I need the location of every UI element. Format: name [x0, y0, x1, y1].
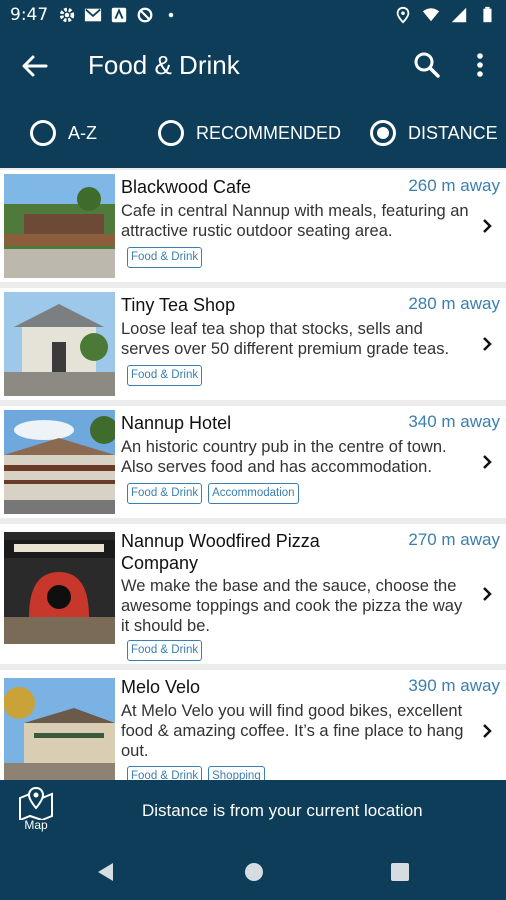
- system-nav-bar: [0, 842, 506, 900]
- place-name: Tiny Tea Shop: [121, 295, 236, 315]
- bottom-bar: Map Distance is from your current locati…: [0, 780, 506, 842]
- chevron-right-icon: [483, 724, 492, 738]
- sort-options-bar: A-Z RECOMMENDED DISTANCE: [0, 100, 506, 168]
- place-distance: 260 m away: [408, 176, 500, 195]
- category-tag: Food & Drink: [127, 640, 203, 661]
- map-button[interactable]: Map: [14, 786, 58, 832]
- category-tag: Shopping: [208, 766, 265, 780]
- nav-home-icon[interactable]: [242, 860, 266, 884]
- list-item[interactable]: Blackwood Cafe 260 m away Cafe in centra…: [0, 170, 506, 282]
- place-description: We make the base and the sauce, choose t…: [121, 577, 463, 635]
- wifi-icon: [422, 8, 440, 22]
- category-tag: Food & Drink: [127, 247, 203, 268]
- sort-option-label: DISTANCE: [408, 122, 498, 143]
- place-photo: [4, 410, 115, 514]
- chevron-right-icon: [483, 337, 492, 351]
- category-tag: Food & Drink: [127, 766, 203, 780]
- place-description: At Melo Velo you will find good bikes, e…: [121, 702, 464, 760]
- place-name: Blackwood Cafe: [121, 177, 252, 197]
- place-photo: [4, 532, 115, 644]
- list-item[interactable]: Nannup Hotel 340 m away An historic coun…: [0, 406, 506, 518]
- category-tag: Food & Drink: [127, 483, 203, 504]
- app-notification-icon: [111, 7, 127, 23]
- place-photo: [4, 292, 115, 396]
- distance-note: Distance is from your current location: [142, 801, 423, 820]
- status-bar: 9:47: [0, 0, 506, 30]
- list-item[interactable]: Nannup Woodfired Pizza Company 270 m awa…: [0, 524, 506, 664]
- chevron-right-icon: [483, 587, 492, 601]
- app-bar: Food & Drink: [0, 30, 506, 100]
- map-pin-icon: [19, 786, 53, 820]
- dot-icon: [168, 12, 174, 18]
- more-options-icon[interactable]: [470, 50, 490, 80]
- place-photo: [4, 678, 115, 780]
- signal-icon: [451, 7, 467, 23]
- list-item[interactable]: Melo Velo 390 m away At Melo Velo you wi…: [0, 670, 506, 780]
- place-distance: 340 m away: [408, 412, 500, 431]
- sort-option-az[interactable]: A-Z: [30, 120, 97, 146]
- radio-checked-icon: [370, 120, 396, 146]
- settings-gear-icon: [59, 7, 75, 23]
- status-time: 9:47: [10, 5, 49, 25]
- sort-option-recommended[interactable]: RECOMMENDED: [158, 120, 341, 146]
- sort-option-label: RECOMMENDED: [196, 122, 342, 143]
- place-name: Melo Velo: [121, 677, 201, 697]
- sort-option-label: A-Z: [68, 122, 97, 143]
- data-saver-icon: [137, 7, 153, 23]
- place-photo: [4, 174, 115, 278]
- battery-icon: [483, 6, 492, 23]
- map-button-label: Map: [24, 818, 48, 832]
- nav-recents-icon[interactable]: [388, 860, 412, 884]
- place-distance: 280 m away: [408, 294, 500, 313]
- place-distance: 270 m away: [408, 530, 500, 549]
- category-tag: Food & Drink: [127, 365, 203, 386]
- category-tag: Accommodation: [208, 483, 299, 504]
- back-arrow-icon[interactable]: [20, 51, 50, 81]
- place-description: Loose leaf tea shop that stocks, sells a…: [121, 320, 450, 358]
- gmail-icon: [84, 8, 102, 22]
- chevron-right-icon: [483, 219, 492, 233]
- chevron-right-icon: [483, 455, 492, 469]
- nav-back-icon[interactable]: [94, 860, 118, 884]
- location-icon: [396, 6, 410, 24]
- list-item[interactable]: Tiny Tea Shop 280 m away Loose leaf tea …: [0, 288, 506, 400]
- places-list: Blackwood Cafe 260 m away Cafe in centra…: [0, 168, 506, 780]
- place-name: Nannup Woodfired Pizza Company: [121, 531, 320, 573]
- page-title: Food & Drink: [88, 50, 240, 80]
- sort-option-distance[interactable]: DISTANCE: [370, 120, 498, 146]
- search-icon[interactable]: [412, 50, 442, 80]
- place-distance: 390 m away: [408, 676, 500, 695]
- place-description: An historic country pub in the centre of…: [121, 438, 447, 476]
- place-name: Nannup Hotel: [121, 413, 232, 433]
- radio-unchecked-icon: [158, 120, 184, 146]
- radio-unchecked-icon: [30, 120, 56, 146]
- place-description: Cafe in central Nannup with meals, featu…: [121, 202, 469, 240]
